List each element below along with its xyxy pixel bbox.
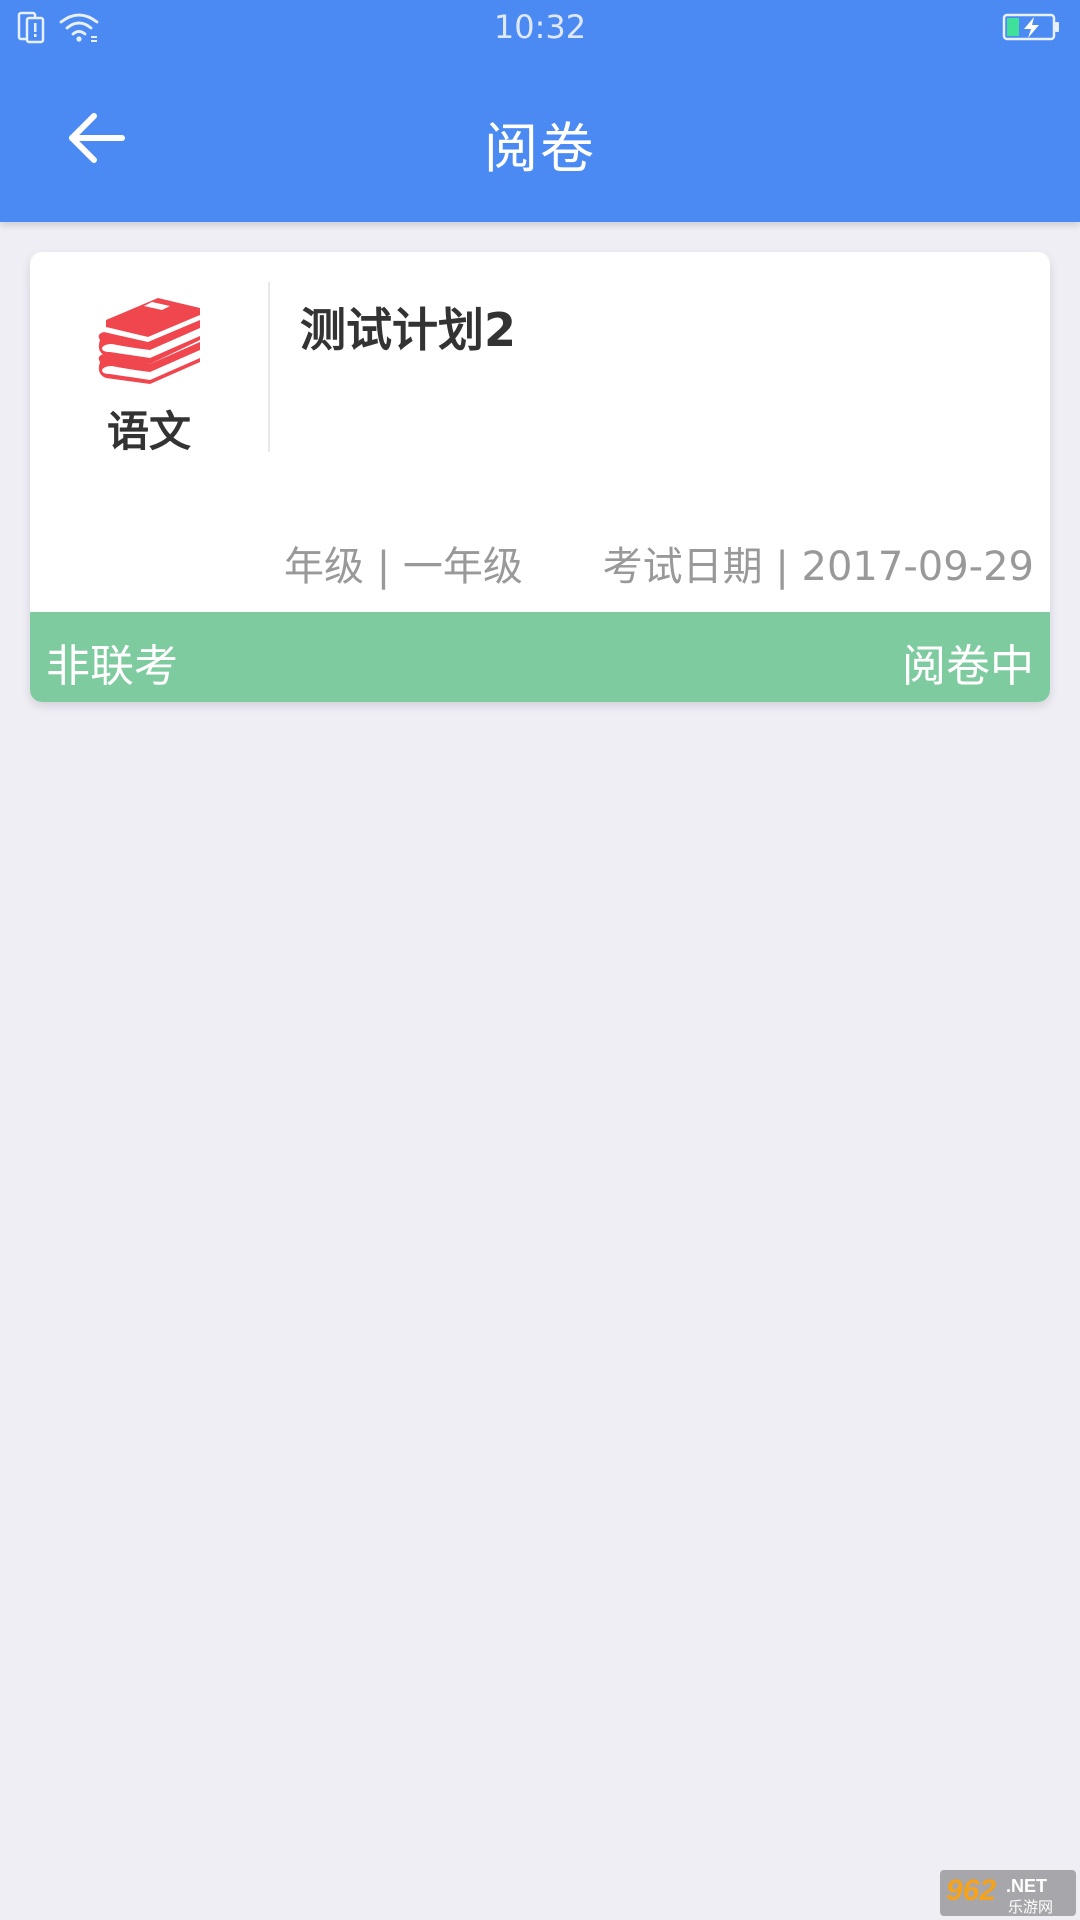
exam-card[interactable]: 语文 测试计划2 年级 | 一年级 考试日期 | 2017-09-29 非联考 … — [30, 252, 1050, 702]
divider — [268, 282, 270, 452]
subject-label: 语文 — [106, 407, 191, 456]
watermark-suffix: .NET — [1006, 1876, 1047, 1896]
status-badge: 阅卷中 — [902, 641, 1034, 692]
status-time: 10:32 — [493, 8, 587, 46]
grade-text: 年级 | 一年级 — [284, 544, 523, 590]
exam-date-text: 考试日期 | 2017-09-29 — [602, 544, 1034, 590]
page-title: 阅卷 — [484, 117, 596, 180]
card-footer: 非联考 阅卷中 — [30, 612, 1050, 702]
book-stack-icon — [98, 298, 201, 384]
status-bar: 10:32 — [0, 0, 1080, 54]
app-bar: 阅卷 — [0, 54, 1080, 222]
watermark-site: 乐游网 — [1008, 1898, 1053, 1916]
watermark-logo: 962 .NET 乐游网 — [940, 1870, 1076, 1916]
exam-title: 测试计划2 — [300, 303, 517, 357]
exam-type-label: 非联考 — [46, 641, 178, 692]
watermark-number: 962 — [946, 1874, 996, 1907]
battery-charging-icon — [1002, 13, 1059, 41]
subject-block: 语文 — [30, 252, 268, 456]
